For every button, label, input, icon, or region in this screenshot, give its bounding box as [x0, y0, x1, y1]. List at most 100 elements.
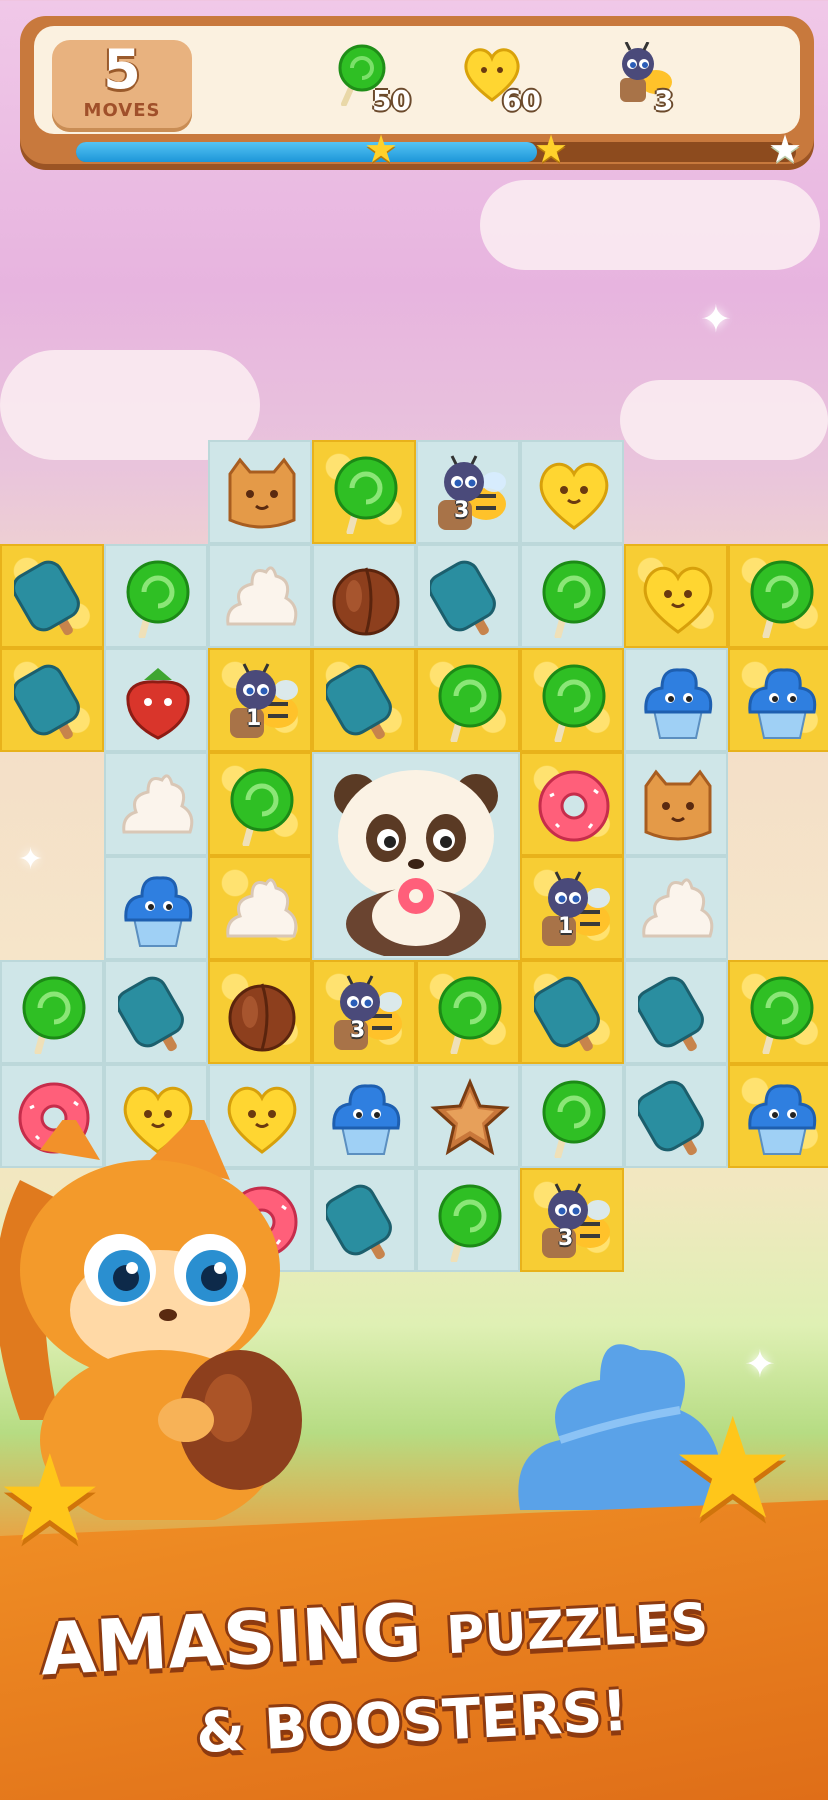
goal-count: 3 [654, 84, 674, 117]
board-cell[interactable] [520, 1064, 624, 1168]
board-cell[interactable]: 3 [416, 440, 520, 544]
board-cell[interactable] [624, 752, 728, 856]
green-lollipop-icon [430, 974, 510, 1056]
blue-popsicle-icon [12, 662, 94, 742]
board-cell[interactable] [0, 648, 104, 752]
score-progress-bar: ★ ★ ★ [76, 130, 802, 168]
board-cell[interactable] [104, 960, 208, 1064]
green-lollipop-icon [534, 662, 614, 744]
whipped-cream-icon [222, 558, 302, 638]
board-cell[interactable] [416, 648, 520, 752]
green-lollipop-icon [742, 558, 822, 640]
moves-counter: 5 MOVES [52, 40, 192, 132]
board-cell[interactable] [208, 440, 312, 544]
green-lollipop-icon [534, 558, 614, 640]
star-cookie-icon [430, 1078, 510, 1158]
star-icon: ★ [0, 1430, 104, 1569]
blue-cupcake-icon [742, 662, 822, 742]
bee-counter: 1 [246, 706, 262, 731]
board-cell[interactable]: 1 [208, 648, 312, 752]
blue-popsicle-icon [116, 974, 198, 1054]
cloud-right [480, 180, 820, 270]
yellow-heart-candy-icon [638, 558, 718, 638]
board-cell[interactable] [728, 544, 828, 648]
goal-bee: 3 [612, 42, 702, 122]
moves-label: MOVES [83, 100, 161, 121]
board-cell[interactable]: 3 [520, 1168, 624, 1272]
bee-counter: 3 [558, 1226, 574, 1251]
board-cell[interactable] [728, 960, 828, 1064]
panda-icon [334, 770, 498, 956]
blue-popsicle-icon [428, 558, 510, 638]
board-cell[interactable] [0, 960, 104, 1064]
board-cell[interactable] [312, 544, 416, 648]
board-cell[interactable] [104, 648, 208, 752]
blue-cupcake-icon [326, 1078, 406, 1158]
progress-star-icon: ★ [364, 127, 399, 171]
progress-star-icon: ★ [534, 127, 569, 171]
green-lollipop-icon [430, 662, 510, 744]
level-hud: 5 MOVES 50 60 3 ★ ★ ★ [20, 16, 814, 168]
blue-popsicle-icon [12, 558, 94, 638]
hazelnut-icon [222, 974, 302, 1054]
moves-count: 5 [103, 38, 141, 101]
bee-icon [534, 870, 614, 950]
bee-icon [430, 454, 510, 534]
board-cell[interactable] [624, 544, 728, 648]
bee-counter: 1 [558, 914, 574, 939]
strawberry-icon [118, 662, 198, 742]
blue-popsicle-icon [532, 974, 614, 1054]
green-lollipop-icon [430, 1182, 510, 1264]
pink-donut-icon [534, 766, 614, 846]
board-cell[interactable] [416, 1064, 520, 1168]
goal-heart: 60 [460, 42, 550, 122]
blue-popsicle-icon [636, 974, 718, 1054]
board-cell[interactable] [104, 856, 208, 960]
board-cell[interactable] [520, 960, 624, 1064]
board-cell[interactable] [208, 960, 312, 1064]
board-cell[interactable] [624, 960, 728, 1064]
goal-lollipop: 50 [330, 42, 420, 122]
board-cell[interactable] [0, 544, 104, 648]
blue-cupcake-icon [742, 1078, 822, 1158]
board-cell[interactable] [208, 544, 312, 648]
panda-blocker [312, 752, 520, 960]
bee-icon [222, 662, 302, 742]
star-icon: ★ [670, 1388, 796, 1551]
board-cell[interactable] [728, 1064, 828, 1168]
board-cell[interactable] [312, 648, 416, 752]
board-cell[interactable] [208, 752, 312, 856]
board-cell[interactable] [104, 544, 208, 648]
board-cell[interactable] [728, 648, 828, 752]
board-cell[interactable] [416, 1168, 520, 1272]
green-lollipop-icon [742, 974, 822, 1056]
green-lollipop-icon [534, 1078, 614, 1160]
board-cell[interactable] [312, 440, 416, 544]
board-cell[interactable] [104, 752, 208, 856]
bee-icon [534, 1182, 614, 1262]
board-cell[interactable] [520, 648, 624, 752]
board-cell[interactable] [520, 752, 624, 856]
green-lollipop-icon [222, 766, 302, 848]
goal-count: 60 [502, 84, 541, 117]
board-cell[interactable] [416, 544, 520, 648]
board-cell[interactable] [624, 648, 728, 752]
blue-cupcake-icon [118, 870, 198, 950]
goal-count: 50 [372, 84, 411, 117]
board-cell[interactable] [520, 544, 624, 648]
board-cell[interactable]: 1 [520, 856, 624, 960]
board-cell[interactable] [624, 1064, 728, 1168]
cat-cookie-icon [222, 454, 302, 534]
sparkle-icon: ✦ [744, 1342, 776, 1386]
yellow-heart-candy-icon [534, 454, 614, 534]
board-cell[interactable]: 3 [312, 960, 416, 1064]
board-cell[interactable] [520, 440, 624, 544]
board-cell[interactable] [416, 960, 520, 1064]
board-cell[interactable] [208, 856, 312, 960]
sparkle-icon: ✦ [700, 297, 732, 341]
blue-popsicle-icon [636, 1078, 718, 1158]
blue-popsicle-icon [324, 1182, 406, 1262]
green-lollipop-icon [14, 974, 94, 1056]
board-cell[interactable] [624, 856, 728, 960]
whipped-cream-icon [222, 870, 302, 950]
